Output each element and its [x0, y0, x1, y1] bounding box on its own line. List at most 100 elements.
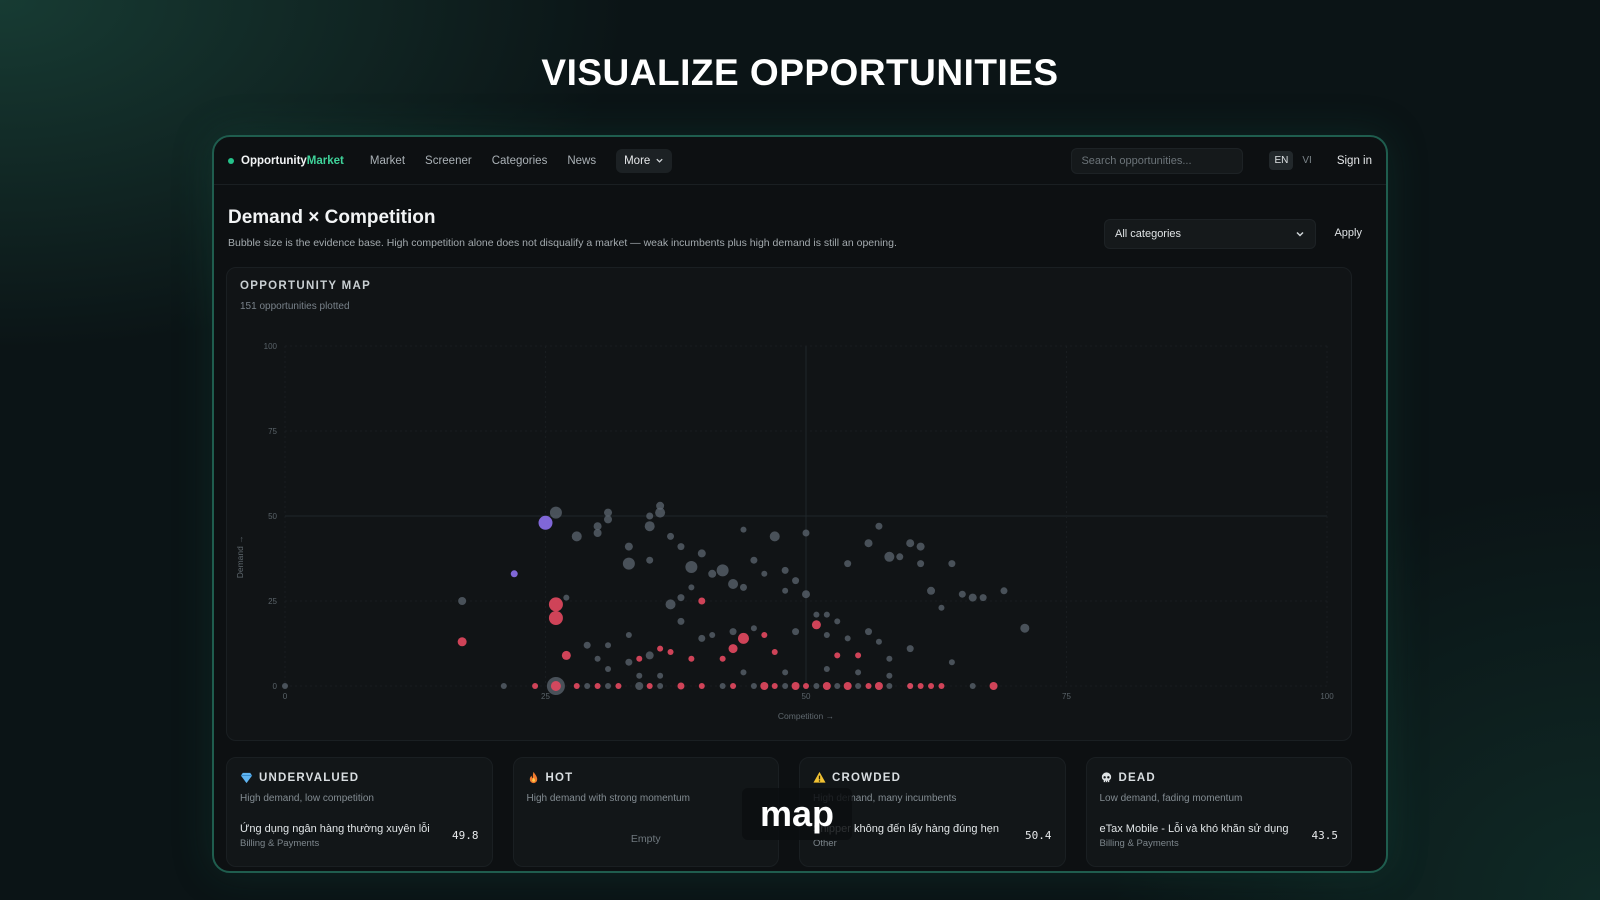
data-point-neutral — [916, 542, 925, 551]
data-point-hot — [728, 644, 738, 654]
data-point-neutral — [605, 642, 612, 649]
data-point-hot — [594, 683, 601, 689]
data-point-neutral — [677, 543, 685, 551]
y-tick-label: 100 — [264, 342, 278, 351]
data-point-neutral — [906, 539, 915, 548]
data-point-neutral — [622, 557, 635, 570]
data-point-undervalued — [510, 570, 518, 578]
data-point-neutral — [782, 669, 789, 676]
data-point-neutral — [958, 590, 966, 598]
data-point-neutral — [646, 556, 654, 564]
list-item[interactable]: eTax Mobile - Lỗi và khó khăn sử dụng Bi… — [1100, 823, 1339, 849]
data-point-undervalued — [538, 515, 553, 530]
data-point-neutral — [593, 529, 602, 537]
y-tick-label: 75 — [268, 427, 277, 436]
data-point-hot — [938, 683, 945, 689]
data-point-neutral — [604, 508, 613, 517]
data-point-neutral — [740, 669, 747, 676]
item-category: Billing & Payments — [1099, 838, 1179, 849]
data-point-neutral — [709, 632, 716, 638]
data-point-neutral — [769, 531, 780, 542]
data-point-neutral — [636, 672, 643, 679]
nav-more-button[interactable]: More — [616, 148, 673, 173]
data-point-neutral — [685, 561, 698, 573]
data-point-neutral — [782, 587, 789, 594]
data-point-neutral — [855, 669, 862, 676]
lang-en-button[interactable]: EN — [1269, 151, 1294, 170]
data-point-neutral — [948, 560, 956, 568]
data-point-neutral — [750, 556, 758, 564]
list-item[interactable]: Ứng dụng ngân hàng thường xuyên lỗi Bill… — [240, 823, 479, 849]
data-point-neutral — [948, 659, 955, 666]
data-point-hot — [737, 632, 749, 644]
nav-link-news[interactable]: News — [567, 155, 596, 167]
card-title: HOT — [545, 771, 574, 784]
data-point-neutral — [563, 594, 570, 601]
data-point-neutral — [979, 594, 987, 602]
apply-button[interactable]: Apply — [1334, 227, 1362, 239]
data-point-hot — [771, 649, 778, 655]
data-point-neutral — [583, 641, 591, 649]
data-point-hot — [791, 682, 800, 690]
brand-dot-icon — [228, 157, 234, 164]
category-select-value: All categories — [1115, 228, 1182, 240]
data-point-hot — [803, 683, 809, 689]
data-point-hot — [657, 645, 664, 652]
nav-link-screener[interactable]: Screener — [425, 155, 472, 167]
y-axis-label: Demand → — [235, 535, 245, 578]
data-point-neutral — [802, 529, 810, 537]
data-point-neutral — [729, 628, 737, 636]
brand-logo[interactable]: OpportunityMarket — [228, 155, 344, 167]
card-header: CROWDED — [813, 771, 1052, 784]
chevron-down-icon — [656, 158, 663, 163]
data-point-hot — [834, 652, 841, 659]
data-point-neutral — [906, 645, 914, 653]
data-point-neutral — [655, 507, 666, 518]
y-tick-label: 25 — [268, 597, 277, 606]
category-select[interactable]: All categories — [1104, 219, 1316, 249]
data-point-neutral — [875, 522, 883, 530]
card-hot: HOT High demand with strong momentum Emp… — [512, 757, 779, 867]
data-point-neutral — [635, 682, 644, 690]
data-point-hot — [667, 649, 674, 655]
nav-link-categories[interactable]: Categories — [492, 155, 548, 167]
item-title: Ứng dụng ngân hàng thường xuyên lỗi — [240, 823, 430, 835]
data-point-neutral — [665, 599, 676, 610]
data-point-neutral — [719, 683, 726, 689]
data-point-neutral — [740, 526, 747, 533]
data-point-hot — [989, 682, 998, 690]
data-point-neutral — [834, 683, 841, 689]
data-point-hot — [855, 652, 862, 659]
empty-state: Empty — [630, 833, 661, 845]
data-point-neutral — [750, 625, 757, 632]
card-header: UNDERVALUED — [240, 771, 479, 784]
data-point-neutral — [728, 579, 739, 589]
data-point-neutral — [886, 672, 893, 679]
data-point-neutral — [823, 632, 830, 638]
page-headline: VISUALIZE OPPORTUNITIES — [541, 52, 1059, 93]
data-point-hot — [843, 682, 852, 690]
search-input[interactable] — [1071, 147, 1244, 174]
data-point-neutral — [884, 551, 895, 562]
nav-link-market[interactable]: Market — [370, 155, 405, 167]
data-point-hot — [573, 683, 580, 689]
card-description: Low demand, fading momentum — [1099, 793, 1243, 804]
video-caption: map — [742, 788, 853, 840]
data-point-neutral — [571, 531, 582, 542]
card-title: DEAD — [1118, 771, 1156, 784]
lang-vi-button[interactable]: VI — [1297, 151, 1316, 170]
x-tick-label: 0 — [283, 692, 288, 701]
data-point-hot — [698, 597, 706, 605]
data-point-neutral — [657, 672, 664, 679]
data-point-neutral — [1000, 587, 1008, 595]
sign-in-button[interactable]: Sign in — [1337, 155, 1372, 167]
data-point-neutral — [761, 570, 768, 577]
data-point-neutral — [698, 634, 706, 642]
data-point-hot — [561, 650, 571, 660]
x-tick-label: 50 — [802, 692, 811, 701]
data-point-neutral — [865, 628, 873, 636]
item-score: 43.5 — [1311, 829, 1339, 842]
data-point-neutral — [792, 628, 800, 636]
data-point-neutral — [646, 512, 654, 520]
data-point-neutral — [855, 683, 862, 689]
